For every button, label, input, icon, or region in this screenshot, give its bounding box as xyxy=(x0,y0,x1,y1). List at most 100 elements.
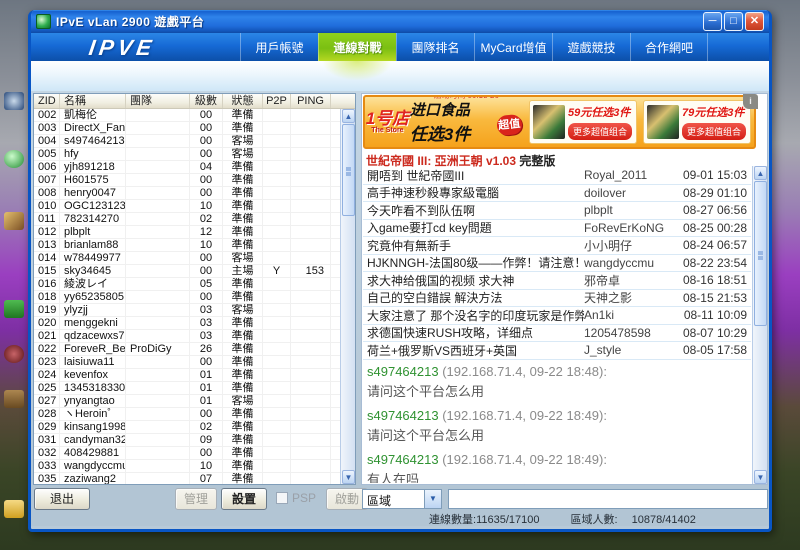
scroll-up-arrow[interactable]: ▲ xyxy=(342,109,355,123)
nav-tabs: 用戶帳號 連線對戰 團隊排名 MyCard增值 遊戲競技 合作網吧 xyxy=(240,33,708,61)
column-header-team[interactable]: 團隊 xyxy=(126,94,190,108)
player-row[interactable]: 003 DirectX_Fan 00 準備 xyxy=(34,122,340,135)
player-row[interactable]: 032 408429881 00 準備 xyxy=(34,447,340,460)
scroll-down-arrow[interactable]: ▼ xyxy=(754,470,767,484)
nav-tab[interactable]: MyCard增值 xyxy=(474,33,552,61)
player-row[interactable]: 008 henry0047 00 準備 xyxy=(34,187,340,200)
player-row[interactable]: 028 ヽHeroin゜ 00 準備 xyxy=(34,408,340,421)
player-row[interactable]: 024 kevenfox 01 準備 xyxy=(34,369,340,382)
psp-checkbox-group[interactable]: PSP xyxy=(276,491,316,505)
cell-p2p xyxy=(263,304,291,316)
forum-post-row[interactable]: 今天咋看不到队伍啊 plbplt 08-27 06:56 xyxy=(363,202,751,220)
column-header-state[interactable]: 狀態 xyxy=(223,94,263,108)
manage-button[interactable]: 管理 xyxy=(175,488,217,510)
desktop-icon-game-green[interactable] xyxy=(4,300,24,318)
player-row[interactable]: 004 s497464213 00 客場 xyxy=(34,135,340,148)
player-row[interactable]: 035 zaziwang2 07 準備 xyxy=(34,473,340,484)
forum-post-row[interactable]: 開唔到 世紀帝國III Royal_2011 09-01 15:03 xyxy=(363,167,751,185)
player-row[interactable]: 002 凱梅伦 00 準備 xyxy=(34,109,340,122)
forum-post-row[interactable]: 入game要打cd key問題 FoRevErKoNG 08-25 00:28 xyxy=(363,220,751,238)
psp-checkbox[interactable] xyxy=(276,492,288,504)
region-select[interactable]: 區域 ▼ xyxy=(362,489,442,509)
player-row[interactable]: 022 ForeveR_Ben ProDiGy 26 準備 xyxy=(34,343,340,356)
scroll-thumb[interactable] xyxy=(754,181,767,326)
column-header-name[interactable]: 名稱 xyxy=(60,94,126,108)
cell-p2p xyxy=(263,187,291,199)
nav-tab[interactable]: 用戶帳號 xyxy=(240,33,318,61)
player-row[interactable]: 014 w78449977 00 客場 xyxy=(34,252,340,265)
exit-button[interactable]: 退出 xyxy=(34,488,90,510)
desktop-icon-m-app[interactable] xyxy=(4,390,24,408)
column-header-level[interactable]: 級數 xyxy=(190,94,223,108)
forum-post-row[interactable]: 高手神速秒殺專家級電腦 doilover 08-29 01:10 xyxy=(363,185,751,203)
scroll-thumb[interactable] xyxy=(342,124,355,216)
player-row[interactable]: 010 OGC123123... 10 準備 xyxy=(34,200,340,213)
column-header-zid[interactable]: ZID xyxy=(34,94,60,108)
column-header-ping[interactable]: PING xyxy=(291,94,331,108)
desktop-icon-photo[interactable] xyxy=(4,212,24,230)
ad-offer-59[interactable]: 59元任选3件 更多超值组合 xyxy=(529,100,637,144)
cell-p2p xyxy=(263,148,291,160)
chevron-down-icon[interactable]: ▼ xyxy=(424,490,441,508)
desktop-icon-messenger[interactable] xyxy=(4,150,24,168)
forum-post-row[interactable]: 求大神给俄国的视频 求大神 邪帝卓 08-16 18:51 xyxy=(363,272,751,290)
post-date: 08-25 00:28 xyxy=(679,221,751,235)
settings-button[interactable]: 設置 xyxy=(221,488,267,510)
player-row[interactable]: 019 ylyzjj 03 客場 xyxy=(34,304,340,317)
forum-post-row[interactable]: HJKNNGH-法国80级——作弊！请注意！（44卡组） wangdyccmu … xyxy=(363,255,751,273)
player-row[interactable]: 007 H601575 00 準備 xyxy=(34,174,340,187)
player-row[interactable]: 005 hfy 00 客場 xyxy=(34,148,340,161)
ad-info-icon[interactable]: i xyxy=(743,94,758,109)
content-area: ZID 名稱 團隊 級數 狀態 P2P PING 002 凱梅伦 00 準備 xyxy=(31,91,769,526)
player-row[interactable]: 011 782314270 02 準備 xyxy=(34,213,340,226)
player-row[interactable]: 018 yy65235805 00 準備 xyxy=(34,291,340,304)
ad-offer-79[interactable]: 79元任选3件 更多超值组合 xyxy=(643,100,751,144)
scroll-down-arrow[interactable]: ▼ xyxy=(342,470,355,484)
ad-more-button[interactable]: 更多超值组合 xyxy=(568,123,632,140)
player-row[interactable]: 020 menggekni 03 準備 xyxy=(34,317,340,330)
chat-input[interactable] xyxy=(448,489,768,509)
minimize-button[interactable]: ─ xyxy=(703,12,722,31)
nav-tab[interactable]: 合作網吧 xyxy=(630,33,708,61)
cell-team: ProDiGy xyxy=(126,343,190,355)
player-row[interactable]: 021 qdzacewxs7... 03 準備 xyxy=(34,330,340,343)
desktop-icon-game-red[interactable] xyxy=(4,345,24,363)
nav-tab[interactable]: 團隊排名 xyxy=(396,33,474,61)
titlebar[interactable]: IPvE vLan 2900 遊戲平台 ─ □ ✕ xyxy=(31,10,769,33)
forum-post-row[interactable]: 大家注意了 那个没名字的印度玩家是作弊狗 An1ki 08-11 10:09 xyxy=(363,307,751,325)
player-row[interactable]: 025 1345318330 01 準備 xyxy=(34,382,340,395)
player-table-scrollbar[interactable]: ▲ ▼ xyxy=(340,109,355,484)
forum-post-row[interactable]: 究竟仲有無新手 小小明仔 08-24 06:57 xyxy=(363,237,751,255)
maximize-button[interactable]: □ xyxy=(724,12,743,31)
player-row[interactable]: 006 yjh891218 04 準備 xyxy=(34,161,340,174)
player-row[interactable]: 023 laisiuwa11 00 準備 xyxy=(34,356,340,369)
player-row[interactable]: 013 brianlam88 10 準備 xyxy=(34,239,340,252)
chat-message: s497464213 (192.168.71.4, 09-22 18:49): … xyxy=(367,407,747,444)
cell-team xyxy=(126,122,190,134)
cell-zid: 016 xyxy=(34,278,60,290)
player-row[interactable]: 012 plbplt 12 準備 xyxy=(34,226,340,239)
cell-name: DirectX_Fan xyxy=(60,122,126,134)
nav-tab[interactable]: 遊戲競技 xyxy=(552,33,630,61)
ad-more-button[interactable]: 更多超值组合 xyxy=(682,123,746,140)
desktop-icon-folder[interactable] xyxy=(4,500,24,518)
cell-ping xyxy=(291,122,331,134)
player-row[interactable]: 015 sky34645 00 主場 Y 153 xyxy=(34,265,340,278)
player-row[interactable]: 033 wangdyccmu 10 準備 xyxy=(34,460,340,473)
forum-post-row[interactable]: 求德国快速RUSH攻略，详细点 1205478598 08-07 10:29 xyxy=(363,325,751,343)
player-row[interactable]: 027 ynyangtao 01 客場 xyxy=(34,395,340,408)
nav-tab[interactable]: 連線對戰 xyxy=(318,33,396,61)
forum-post-row[interactable]: 自己的空白錯誤 解決方法 天神之影 08-15 21:53 xyxy=(363,290,751,308)
ad-banner[interactable]: 1号店The Store 活动时间 09.18-29 进口食品 任选3件 超值 … xyxy=(363,95,756,149)
forum-post-row[interactable]: 荷兰+俄罗斯VS西班牙+英国 J_style 08-05 17:58 xyxy=(363,342,751,360)
scroll-up-arrow[interactable]: ▲ xyxy=(754,166,767,180)
cell-team xyxy=(126,408,190,420)
close-button[interactable]: ✕ xyxy=(745,12,764,31)
player-row[interactable]: 031 candyman321 09 準備 xyxy=(34,434,340,447)
chat-username: s497464213 xyxy=(367,408,439,423)
player-row[interactable]: 016 綾波レイ 05 準備 xyxy=(34,278,340,291)
right-panel-scrollbar[interactable]: ▲ ▼ xyxy=(752,166,767,484)
player-row[interactable]: 029 kinsang1998 02 準備 xyxy=(34,421,340,434)
column-header-p2p[interactable]: P2P xyxy=(263,94,291,108)
desktop-icon-media-player[interactable] xyxy=(4,92,24,110)
